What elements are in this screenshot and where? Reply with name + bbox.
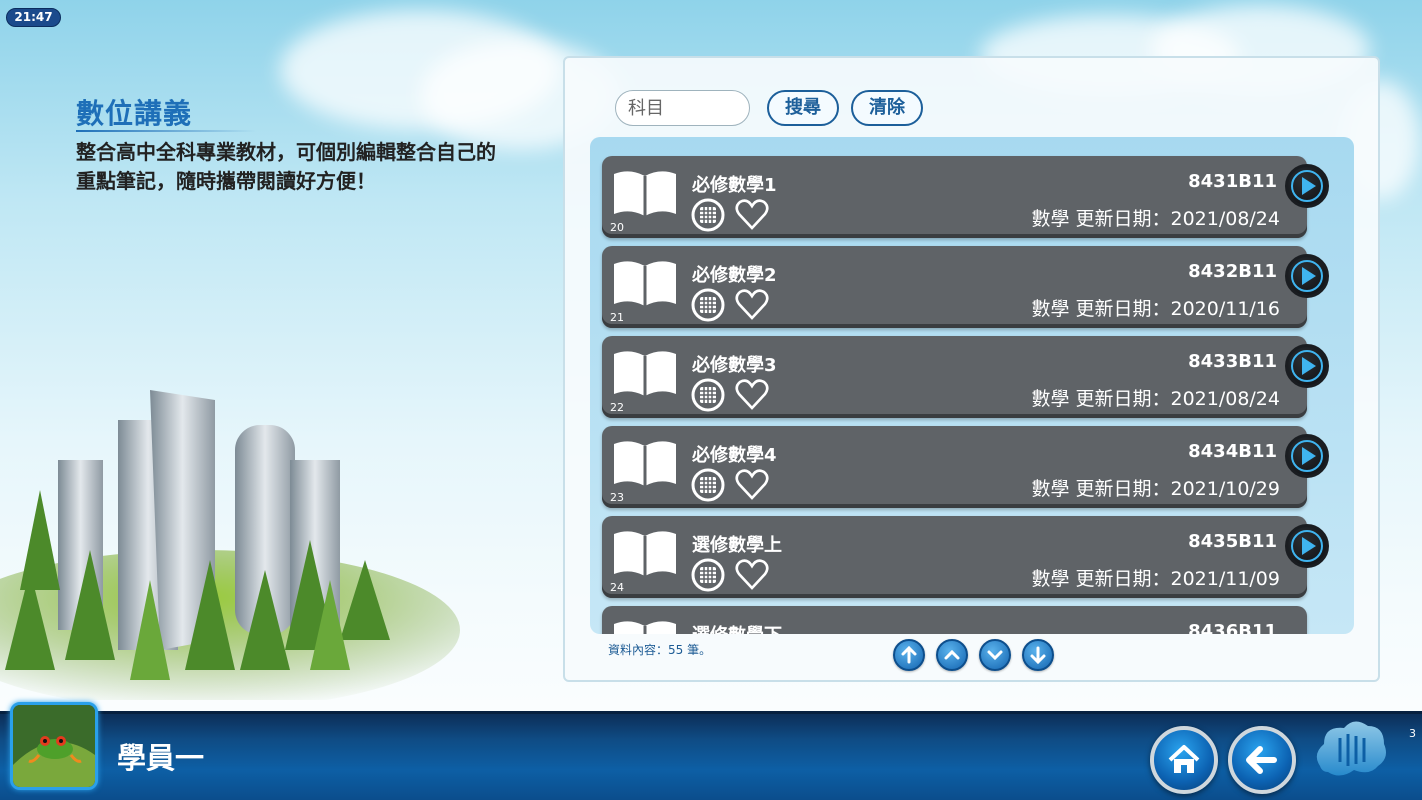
open-book-icon: [614, 171, 676, 216]
item-code: 8436B11: [1188, 621, 1277, 634]
back-button[interactable]: [1228, 726, 1296, 794]
user-name: 學員一: [117, 741, 205, 775]
item-title: 必修數學1: [692, 175, 777, 196]
chevron-up-icon: [944, 649, 960, 660]
item-title: 選修數學下: [692, 621, 782, 634]
frog-avatar-icon: [13, 705, 95, 787]
scroll-top-button[interactable]: [893, 639, 925, 671]
item-title: 必修數學3: [692, 355, 777, 376]
item-title: 必修數學4: [692, 445, 777, 466]
grid-icon[interactable]: [691, 288, 725, 322]
heart-icon[interactable]: [735, 378, 769, 412]
item-number: 24: [610, 581, 624, 594]
item-number: 21: [610, 311, 624, 324]
open-item-button[interactable]: [1285, 254, 1329, 298]
avatar[interactable]: [10, 702, 98, 790]
page-description: 整合高中全科專業教材，可個別編輯整合自己的重點筆記，隨時攜帶閱讀好方便！: [76, 140, 496, 193]
list-item[interactable]: 20 必修數學1 8431B11 數學 更新日期：2021/08/24: [602, 156, 1307, 238]
item-date: 數學 更新日期：2021/10/29: [1031, 478, 1280, 500]
open-book-icon: [614, 621, 676, 634]
heart-icon[interactable]: [735, 468, 769, 502]
heart-icon[interactable]: [735, 558, 769, 592]
play-icon: [1291, 260, 1323, 292]
grid-icon[interactable]: [691, 468, 725, 502]
heart-icon[interactable]: [735, 198, 769, 232]
arrow-top-icon: [901, 645, 917, 664]
open-item-button[interactable]: [1285, 434, 1329, 478]
arrow-bottom-icon: [1030, 646, 1046, 665]
grid-icon[interactable]: [691, 378, 725, 412]
page-number: 3: [1409, 727, 1416, 740]
item-number: 23: [610, 491, 624, 504]
open-item-button[interactable]: [1285, 344, 1329, 388]
open-item-button[interactable]: [1285, 524, 1329, 568]
list-item[interactable]: 24 選修數學上 8435B11 數學 更新日期：2021/11/09: [602, 516, 1307, 598]
list-item[interactable]: 22 必修數學3 8433B11 數學 更新日期：2021/08/24: [602, 336, 1307, 418]
open-book-icon: [614, 531, 676, 576]
open-book-icon: [614, 441, 676, 486]
item-date: 數學 更新日期：2020/11/16: [1031, 298, 1280, 320]
handout-list: 20 必修數學1 8431B11 數學 更新日期：2021/08/24 21 必…: [590, 137, 1354, 634]
page-down-button[interactable]: [979, 639, 1011, 671]
clear-button[interactable]: 清除: [851, 90, 923, 126]
item-code: 8435B11: [1188, 531, 1277, 552]
scroll-bottom-button[interactable]: [1022, 639, 1054, 671]
item-code: 8433B11: [1188, 351, 1277, 372]
item-title: 必修數學2: [692, 265, 777, 286]
page-up-button[interactable]: [936, 639, 968, 671]
item-title: 選修數學上: [692, 535, 782, 556]
search-button[interactable]: 搜尋: [767, 90, 839, 126]
chevron-down-icon: [987, 650, 1003, 661]
status-clock: 21:47: [6, 8, 61, 27]
item-number: 20: [610, 221, 624, 234]
item-code: 8432B11: [1188, 261, 1277, 282]
record-count: 資料內容：55 筆。: [608, 643, 712, 657]
cloud-logo-icon[interactable]: [1310, 714, 1390, 786]
item-date: 數學 更新日期：2021/08/24: [1031, 208, 1280, 230]
title-underline: [76, 130, 256, 132]
open-item-button[interactable]: [1285, 164, 1329, 208]
open-book-icon: [614, 351, 676, 396]
grid-icon[interactable]: [691, 198, 725, 232]
list-item[interactable]: 21 必修數學2 8432B11 數學 更新日期：2020/11/16: [602, 246, 1307, 328]
home-icon: [1168, 745, 1200, 773]
list-item[interactable]: 選修數學下 8436B11: [602, 606, 1307, 634]
item-number: 22: [610, 401, 624, 414]
item-date: 數學 更新日期：2021/08/24: [1031, 388, 1280, 410]
item-code: 8431B11: [1188, 171, 1277, 192]
play-icon: [1291, 440, 1323, 472]
page-title: 數位講義: [76, 97, 193, 130]
back-arrow-icon: [1246, 746, 1277, 774]
item-code: 8434B11: [1188, 441, 1277, 462]
item-date: 數學 更新日期：2021/11/09: [1031, 568, 1280, 590]
grid-icon[interactable]: [691, 558, 725, 592]
city-illustration: [0, 390, 460, 700]
list-item[interactable]: 23 必修數學4 8434B11 數學 更新日期：2021/10/29: [602, 426, 1307, 508]
heart-icon[interactable]: [735, 288, 769, 322]
play-icon: [1291, 170, 1323, 202]
play-icon: [1291, 350, 1323, 382]
open-book-icon: [614, 261, 676, 306]
home-button[interactable]: [1150, 726, 1218, 794]
subject-search-input[interactable]: [615, 90, 750, 126]
play-icon: [1291, 530, 1323, 562]
